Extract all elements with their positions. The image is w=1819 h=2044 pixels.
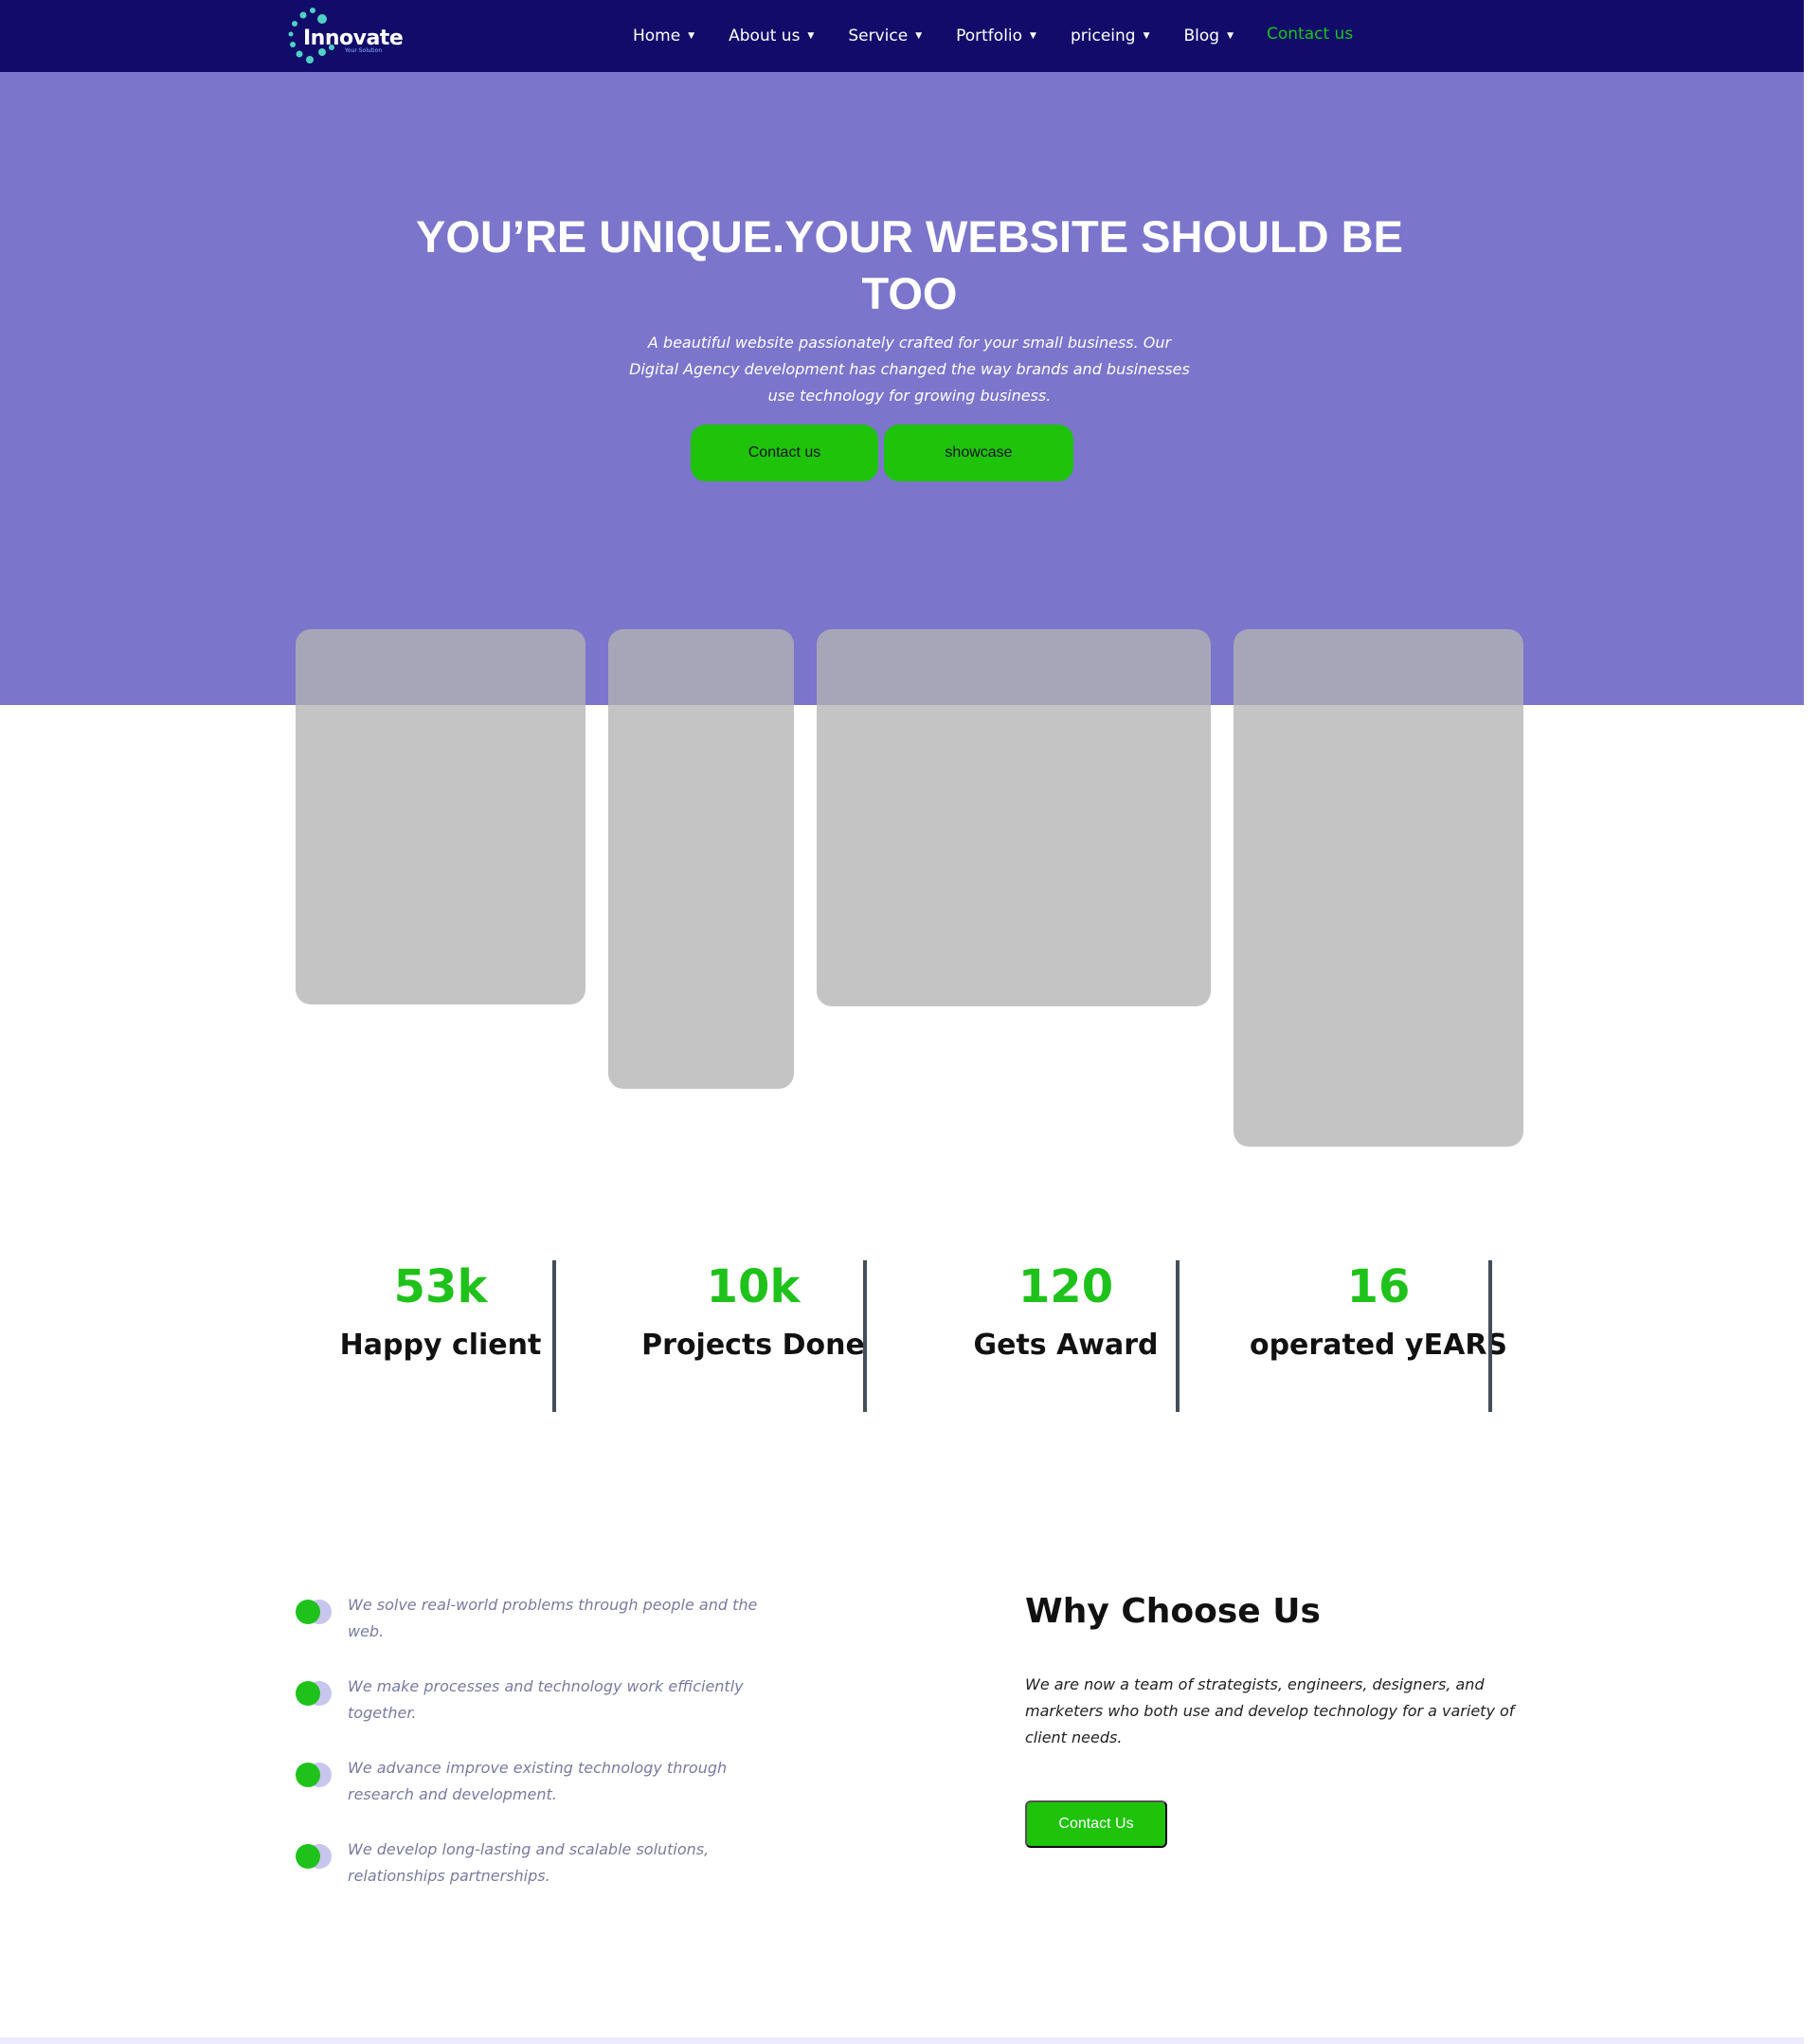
nav-item-pricing[interactable]: priceing ▼ (1071, 27, 1150, 45)
hero-contact-button[interactable]: Contact us (691, 425, 878, 481)
nav-item-label: Portfolio (956, 27, 1023, 45)
toggle-dot-icon (296, 1600, 332, 1624)
toggle-dot-icon (296, 1844, 332, 1869)
nav-item-service[interactable]: Service ▼ (848, 27, 922, 45)
toggle-dot-icon (296, 1763, 332, 1787)
stat-value: 53k (393, 1260, 488, 1313)
nav-item-blog[interactable]: Blog ▼ (1184, 27, 1234, 45)
nav-item-home[interactable]: Home ▼ (633, 27, 694, 45)
why-contact-button[interactable]: Contact Us (1025, 1800, 1167, 1848)
stat-projects-done: 10k Projects Done (611, 1260, 924, 1412)
gallery-image-placeholder (1234, 629, 1523, 1147)
caret-down-icon: ▼ (1030, 31, 1036, 41)
feature-text: We advance improve existing technology t… (348, 1759, 728, 1803)
stat-happy-client: 53k Happy client (298, 1260, 611, 1412)
stat-operated-years: 16 operated yEARS (1236, 1260, 1549, 1412)
nav-item-about[interactable]: About us ▼ (729, 27, 814, 45)
caret-down-icon: ▼ (1143, 31, 1150, 41)
why-choose-title: Why Choose Us (1025, 1592, 1321, 1631)
list-item: We advance improve existing technology t… (296, 1755, 788, 1836)
top-navbar: Innovate Your Solution Home ▼ About us ▼… (0, 0, 1804, 72)
stat-divider (863, 1260, 867, 1412)
brand-logo[interactable]: Innovate Your Solution (286, 6, 409, 66)
stat-value: 120 (1018, 1260, 1114, 1313)
feature-text: We develop long-lasting and scalable sol… (348, 1840, 710, 1885)
feature-text: We solve real-world problems through peo… (348, 1596, 758, 1640)
stat-value: 16 (1346, 1260, 1411, 1313)
caret-down-icon: ▼ (915, 31, 923, 41)
toggle-dot-icon (296, 1681, 332, 1706)
scrollbar-track[interactable] (1804, 0, 1819, 2044)
nav-item-label: Home (633, 27, 681, 45)
nav-menu: Home ▼ About us ▼ Service ▼ Portfolio ▼ … (633, 0, 1268, 72)
stat-value: 10k (706, 1260, 801, 1313)
hero-section: YOU’RE UNIQUE.YOUR WEBSITE SHOULD BE TOO… (0, 72, 1804, 705)
feature-text: We make processes and technology work ef… (348, 1677, 744, 1722)
nav-item-label: priceing (1070, 27, 1136, 45)
list-item: We make processes and technology work ef… (296, 1673, 788, 1755)
gallery-image-placeholder (296, 629, 585, 1004)
stat-divider (1488, 1260, 1492, 1412)
stat-divider (1176, 1260, 1180, 1412)
nav-item-label: Service (848, 27, 909, 45)
stat-gets-award: 120 Gets Award (924, 1260, 1236, 1412)
caret-down-icon: ▼ (688, 31, 695, 41)
why-choose-description: We are now a team of strategists, engine… (1025, 1675, 1515, 1746)
brand-tagline: Your Solution (345, 47, 383, 54)
hero-title: YOU’RE UNIQUE.YOUR WEBSITE SHOULD BE TOO (416, 211, 1403, 318)
nav-item-label: Blog (1183, 27, 1220, 45)
nav-contact-link[interactable]: Contact us (1267, 25, 1353, 44)
feature-list: We solve real-world problems through peo… (296, 1592, 788, 1918)
list-item: We solve real-world problems through peo… (296, 1592, 788, 1673)
stat-divider (552, 1260, 556, 1412)
gallery-image-placeholder (608, 629, 794, 1089)
list-item: We develop long-lasting and scalable sol… (296, 1836, 788, 1918)
nav-item-label: About us (729, 27, 801, 45)
gallery-image-placeholder (817, 629, 1211, 1006)
caret-down-icon: ▼ (1227, 31, 1234, 41)
hero-showcase-button[interactable]: showcase (884, 425, 1073, 481)
hero-subtitle: A beautiful website passionately crafted… (629, 334, 1190, 405)
caret-down-icon: ▼ (807, 31, 815, 41)
footer-edge (0, 2037, 1804, 2044)
nav-item-portfolio[interactable]: Portfolio ▼ (956, 27, 1036, 45)
